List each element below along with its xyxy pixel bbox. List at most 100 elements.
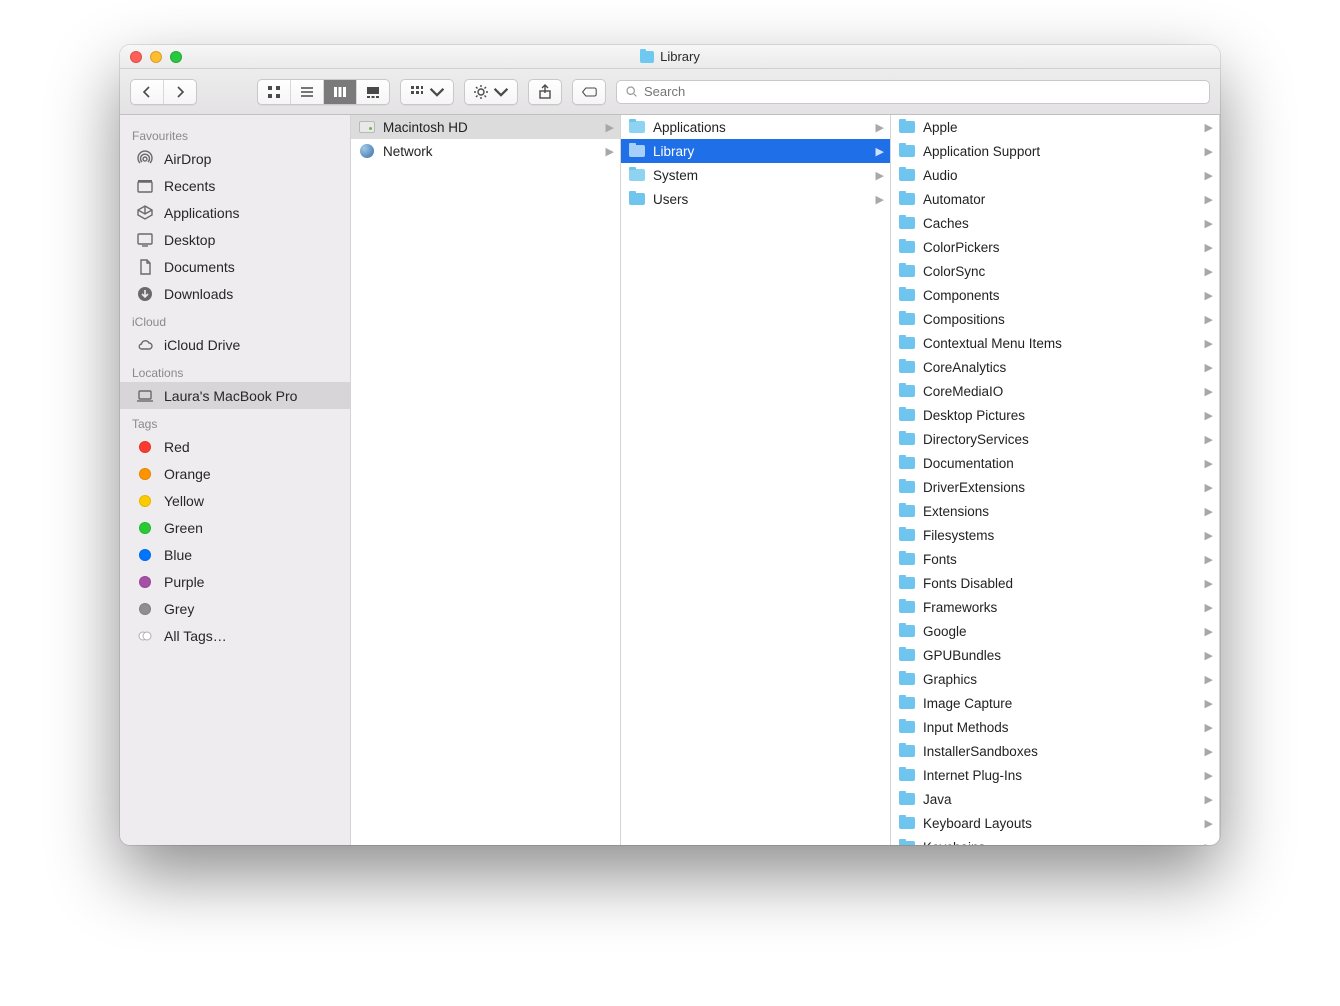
file-row[interactable]: Applications▶ xyxy=(621,115,890,139)
sidebar-item-green[interactable]: Green xyxy=(120,514,350,541)
file-label: Macintosh HD xyxy=(383,120,468,135)
disclosure-arrow-icon: ▶ xyxy=(1205,697,1213,710)
sidebar-item-airdrop[interactable]: AirDrop xyxy=(120,145,350,172)
file-row[interactable]: Compositions▶ xyxy=(891,307,1219,331)
sidebar-item-label: AirDrop xyxy=(164,151,211,167)
sidebar-item-purple[interactable]: Purple xyxy=(120,568,350,595)
file-row[interactable]: Audio▶ xyxy=(891,163,1219,187)
sidebar-item-laura-s-macbook-pro[interactable]: Laura's MacBook Pro xyxy=(120,382,350,409)
file-row[interactable]: Documentation▶ xyxy=(891,451,1219,475)
file-row[interactable]: GPUBundles▶ xyxy=(891,643,1219,667)
disclosure-arrow-icon: ▶ xyxy=(1205,121,1213,134)
tag-icon xyxy=(136,573,154,591)
file-row[interactable]: ColorPickers▶ xyxy=(891,235,1219,259)
sidebar-item-icloud-drive[interactable]: iCloud Drive xyxy=(120,331,350,358)
disclosure-arrow-icon: ▶ xyxy=(1205,289,1213,302)
sidebar-item-label: Recents xyxy=(164,178,215,194)
file-row[interactable]: Network▶ xyxy=(351,139,620,163)
file-row[interactable]: DriverExtensions▶ xyxy=(891,475,1219,499)
file-row[interactable]: Fonts▶ xyxy=(891,547,1219,571)
file-row[interactable]: DirectoryServices▶ xyxy=(891,427,1219,451)
file-row[interactable]: Google▶ xyxy=(891,619,1219,643)
file-row[interactable]: CoreMediaIO▶ xyxy=(891,379,1219,403)
icon-view-button[interactable] xyxy=(258,80,291,104)
sidebar-item-red[interactable]: Red xyxy=(120,433,350,460)
file-row[interactable]: Components▶ xyxy=(891,283,1219,307)
file-label: Users xyxy=(653,192,688,207)
file-row[interactable]: Contextual Menu Items▶ xyxy=(891,331,1219,355)
share-button[interactable] xyxy=(529,80,561,104)
sidebar-item-applications[interactable]: Applications xyxy=(120,199,350,226)
file-label: Extensions xyxy=(923,504,989,519)
gallery-view-button[interactable] xyxy=(357,80,389,104)
file-label: Application Support xyxy=(923,144,1040,159)
file-row[interactable]: Macintosh HD▶ xyxy=(351,115,620,139)
column-view-button[interactable] xyxy=(324,80,357,104)
sidebar-item-label: All Tags… xyxy=(164,628,227,644)
file-row[interactable]: Java▶ xyxy=(891,787,1219,811)
file-label: Graphics xyxy=(923,672,977,687)
file-row[interactable]: Internet Plug-Ins▶ xyxy=(891,763,1219,787)
file-row[interactable]: Keychains▶ xyxy=(891,835,1219,845)
sidebar-item-orange[interactable]: Orange xyxy=(120,460,350,487)
sidebar-item-documents[interactable]: Documents xyxy=(120,253,350,280)
file-row[interactable]: Desktop Pictures▶ xyxy=(891,403,1219,427)
disclosure-arrow-icon: ▶ xyxy=(876,193,884,206)
folder-icon xyxy=(899,265,915,277)
sidebar-item-blue[interactable]: Blue xyxy=(120,541,350,568)
file-row[interactable]: Users ▶ xyxy=(621,187,890,211)
file-row[interactable]: ColorSync▶ xyxy=(891,259,1219,283)
disclosure-arrow-icon: ▶ xyxy=(1205,169,1213,182)
gear-icon xyxy=(473,84,489,100)
forward-button[interactable] xyxy=(164,80,196,104)
column-2: Apple▶Application Support▶Audio▶Automato… xyxy=(891,115,1220,845)
sidebar-item-desktop[interactable]: Desktop xyxy=(120,226,350,253)
list-view-button[interactable] xyxy=(291,80,324,104)
documents-icon xyxy=(136,258,154,276)
edit-tags-button[interactable] xyxy=(573,80,605,104)
folder-icon xyxy=(629,121,645,133)
file-row[interactable]: Fonts Disabled▶ xyxy=(891,571,1219,595)
file-label: Filesystems xyxy=(923,528,994,543)
folder-icon xyxy=(899,745,915,757)
file-row[interactable]: CoreAnalytics▶ xyxy=(891,355,1219,379)
sidebar-item-label: Downloads xyxy=(164,286,233,302)
sidebar-item-grey[interactable]: Grey xyxy=(120,595,350,622)
file-row[interactable]: Input Methods▶ xyxy=(891,715,1219,739)
disclosure-arrow-icon: ▶ xyxy=(1205,769,1213,782)
folder-icon xyxy=(629,145,645,157)
file-row[interactable]: Keyboard Layouts▶ xyxy=(891,811,1219,835)
disclosure-arrow-icon: ▶ xyxy=(1205,745,1213,758)
action-button[interactable] xyxy=(465,80,517,104)
search-field[interactable] xyxy=(616,80,1210,104)
sidebar-item-all-tags-[interactable]: All Tags… xyxy=(120,622,350,649)
file-row[interactable]: Image Capture▶ xyxy=(891,691,1219,715)
file-row[interactable]: Filesystems▶ xyxy=(891,523,1219,547)
back-button[interactable] xyxy=(131,80,164,104)
file-row[interactable]: System▶ xyxy=(621,163,890,187)
disclosure-arrow-icon: ▶ xyxy=(1205,793,1213,806)
file-label: CoreAnalytics xyxy=(923,360,1006,375)
sidebar-item-yellow[interactable]: Yellow xyxy=(120,487,350,514)
folder-icon xyxy=(899,505,915,517)
sidebar-item-downloads[interactable]: Downloads xyxy=(120,280,350,307)
file-label: Input Methods xyxy=(923,720,1009,735)
arrange-button[interactable] xyxy=(401,80,453,104)
file-row[interactable]: Graphics▶ xyxy=(891,667,1219,691)
apps-icon xyxy=(136,204,154,222)
file-row[interactable]: InstallerSandboxes▶ xyxy=(891,739,1219,763)
search-input[interactable] xyxy=(644,84,1201,99)
column-1: Applications▶Library▶System▶ Users ▶ xyxy=(621,115,891,845)
file-row[interactable]: Frameworks▶ xyxy=(891,595,1219,619)
laptop-icon xyxy=(136,387,154,405)
file-row[interactable]: Extensions▶ xyxy=(891,499,1219,523)
sidebar-item-recents[interactable]: Recents xyxy=(120,172,350,199)
folder-icon xyxy=(899,217,915,229)
file-row[interactable]: Application Support▶ xyxy=(891,139,1219,163)
folder-icon xyxy=(899,169,915,181)
tag-icon xyxy=(136,438,154,456)
file-row[interactable]: Caches▶ xyxy=(891,211,1219,235)
file-row[interactable]: Library▶ xyxy=(621,139,890,163)
file-row[interactable]: Automator▶ xyxy=(891,187,1219,211)
file-row[interactable]: Apple▶ xyxy=(891,115,1219,139)
